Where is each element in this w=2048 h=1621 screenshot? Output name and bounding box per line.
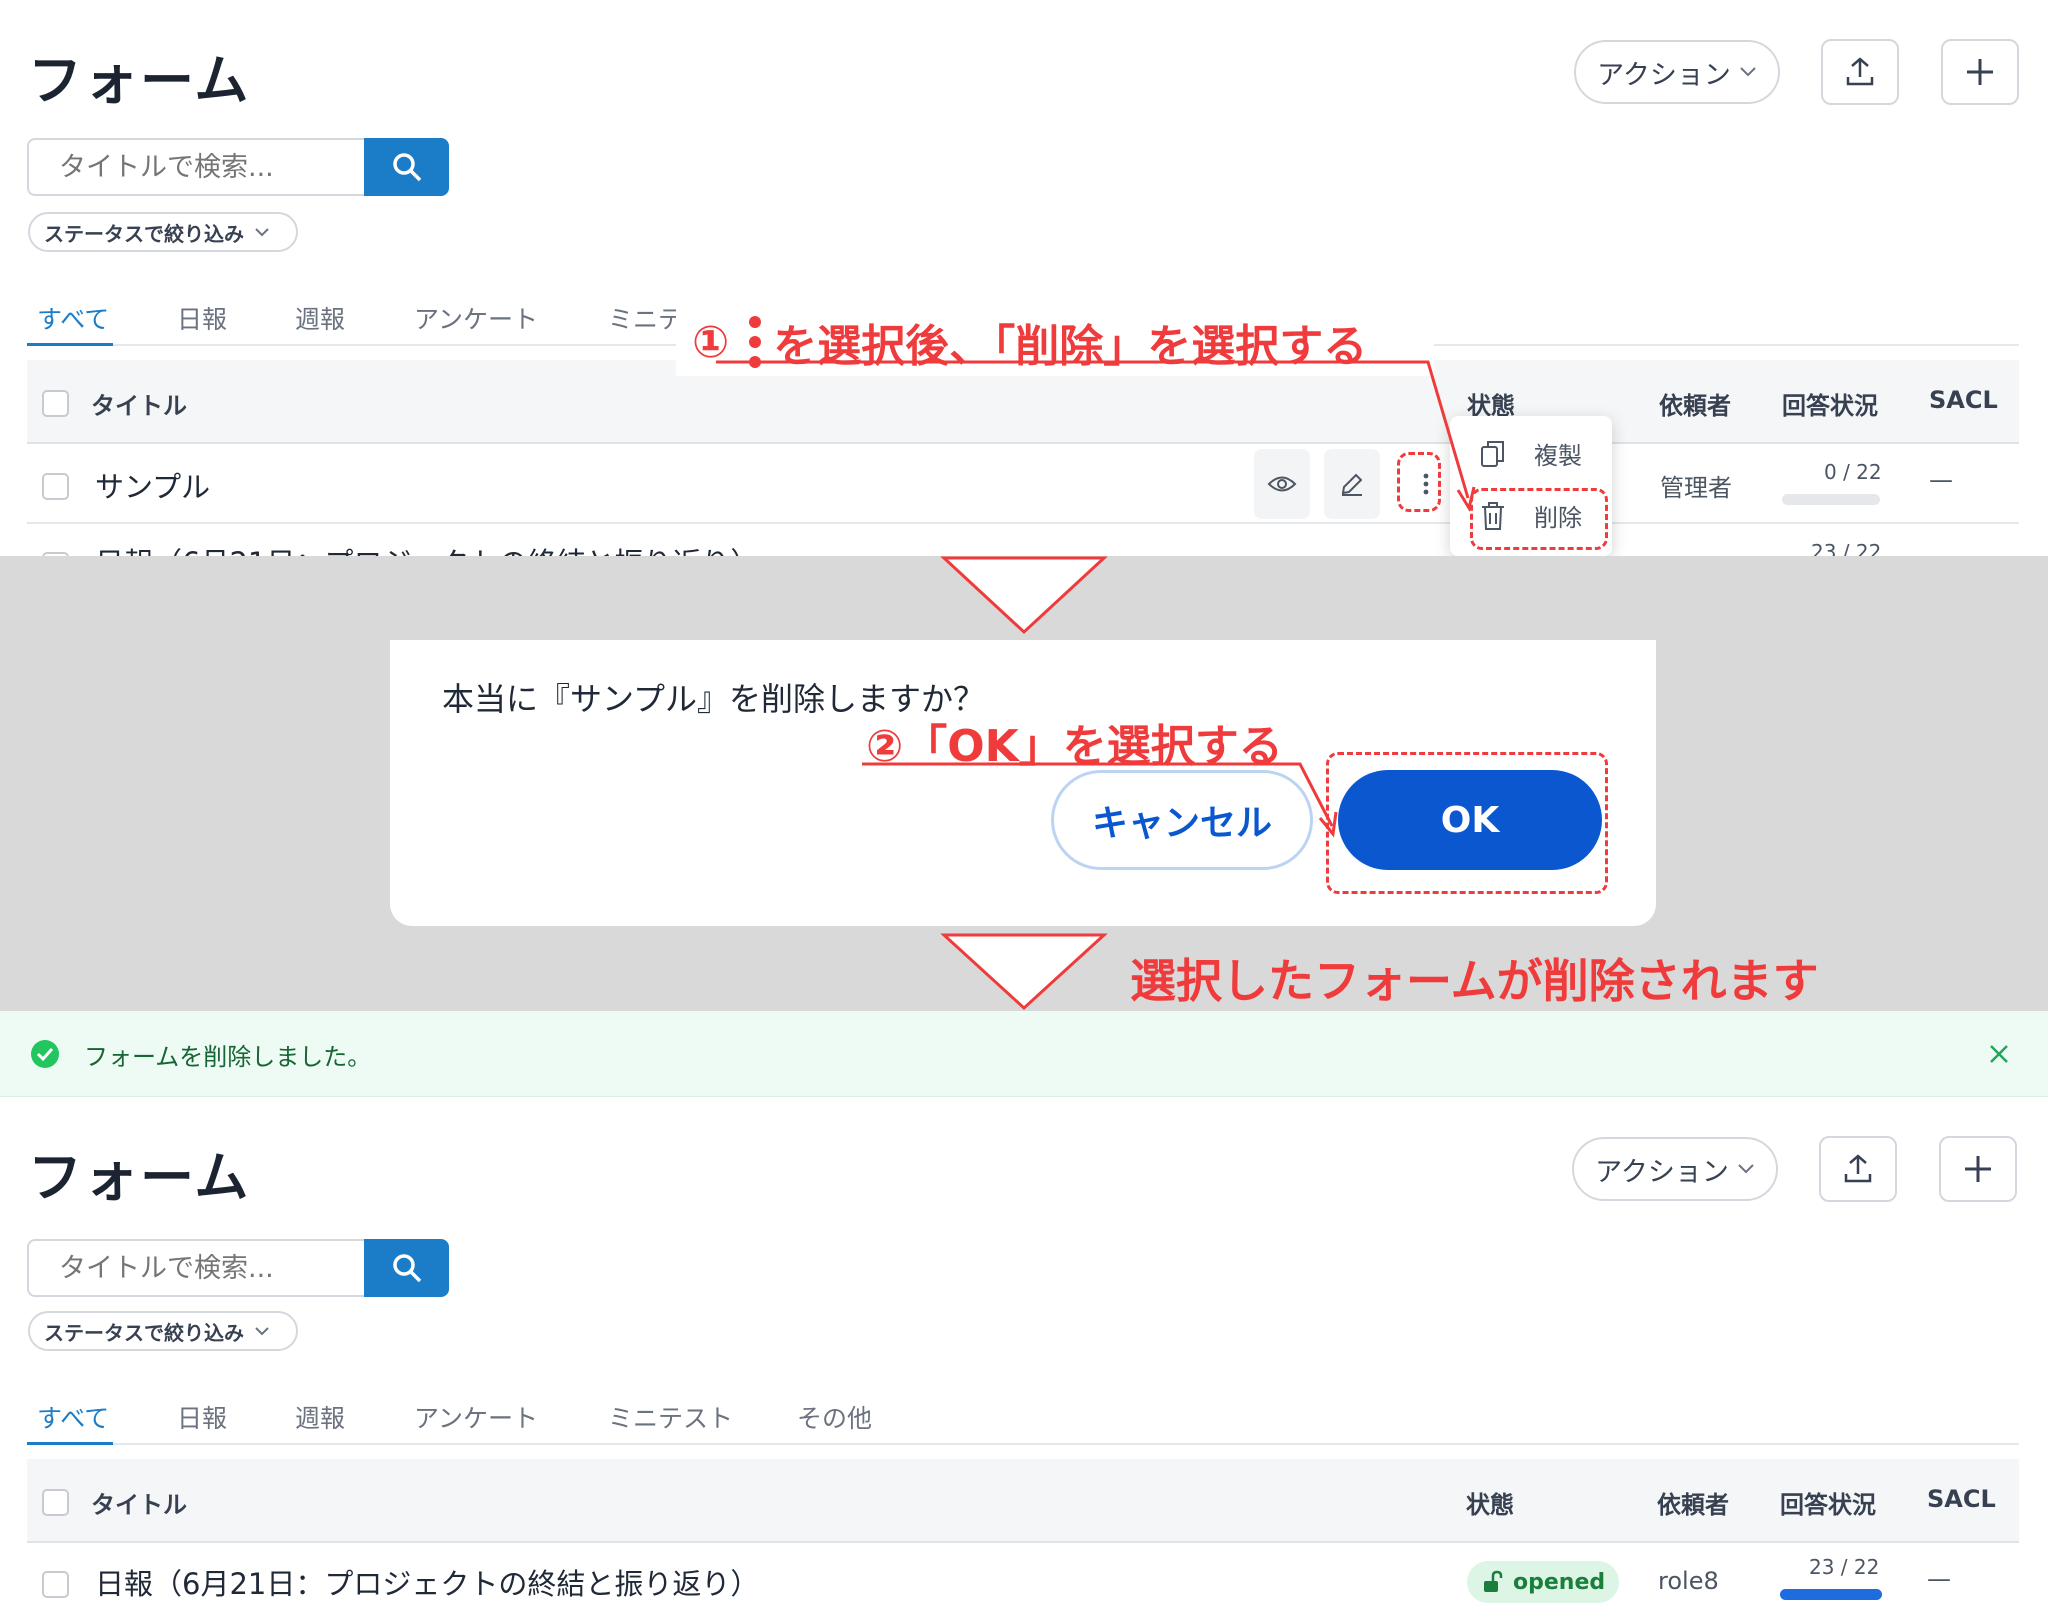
header-title: タイトル — [91, 1491, 187, 1519]
search-input[interactable] — [27, 1239, 365, 1297]
action-button[interactable]: アクション — [1572, 1137, 1778, 1201]
chevron-down-icon — [1738, 1164, 1754, 1174]
tab-weekly[interactable]: 週報 — [295, 1399, 345, 1435]
status-badge-label: opened — [1513, 1569, 1606, 1595]
tab-all[interactable]: すべて — [37, 1399, 109, 1435]
bottom-panel: フォーム アクション ステータスで絞り込み すべて 日報 週報 アンケート ミニ… — [0, 1097, 2048, 1621]
check-circle-icon — [31, 1040, 59, 1068]
tab-minitest[interactable]: ミニテスト — [608, 1399, 733, 1435]
status-filter-label: ステータスで絞り込み — [44, 1320, 244, 1345]
row-sacl: — — [1927, 1565, 1951, 1593]
tab-underline — [27, 1442, 113, 1445]
header-requester: 依頼者 — [1657, 1491, 1729, 1519]
row-requester: role8 — [1658, 1567, 1719, 1595]
upload-icon — [1844, 1154, 1872, 1183]
header-response: 回答状況 — [1780, 1491, 1876, 1519]
header-status: 状態 — [1466, 1491, 1514, 1519]
row-progress — [1780, 1589, 1882, 1600]
annotation-arrow — [862, 762, 1338, 838]
tab-daily[interactable]: 日報 — [177, 1399, 227, 1435]
row-response: 23 / 22 — [1809, 1555, 1880, 1579]
close-icon[interactable] — [1988, 1043, 2010, 1065]
tab-bar: すべて 日報 週報 アンケート ミニテスト その他 — [27, 1395, 2019, 1445]
upload-button[interactable] — [1819, 1136, 1897, 1202]
row-progress-fill — [1780, 1589, 1882, 1600]
tab-other[interactable]: その他 — [797, 1399, 872, 1435]
status-filter[interactable]: ステータスで絞り込み — [28, 1311, 298, 1351]
tutorial-screenshot: フォーム アクション ステータスで絞り込み すべて 日報 週報 アンケート ミニ… — [0, 0, 2048, 1621]
row-checkbox[interactable] — [42, 1571, 69, 1598]
chevron-down-icon — [255, 1327, 269, 1336]
table-row[interactable]: 日報（6月21日：プロジェクトの終結と振り返り） opened role8 23… — [27, 1543, 2019, 1621]
row-title: 日報（6月21日：プロジェクトの終結と振り返り） — [95, 1567, 760, 1601]
search-button[interactable] — [364, 1239, 449, 1297]
action-label: アクション — [1595, 1156, 1729, 1188]
tab-survey[interactable]: アンケート — [414, 1399, 538, 1435]
toast-message: フォームを削除しました。 — [84, 1043, 372, 1071]
select-all-checkbox[interactable] — [42, 1489, 69, 1516]
add-button[interactable] — [1939, 1136, 2017, 1202]
header-sacl: SACL — [1927, 1485, 1996, 1513]
page-title: フォーム — [28, 1146, 251, 1209]
plus-icon — [1965, 1156, 1991, 1182]
status-badge: opened — [1467, 1561, 1620, 1603]
unlock-icon — [1484, 1570, 1503, 1592]
table-header: タイトル 状態 依頼者 回答状況 SACL — [27, 1459, 2019, 1543]
annotation-result: 選択したフォームが削除されます — [1130, 954, 1819, 1008]
search-icon — [392, 1254, 421, 1283]
success-toast: フォームを削除しました。 — [0, 1011, 2048, 1097]
